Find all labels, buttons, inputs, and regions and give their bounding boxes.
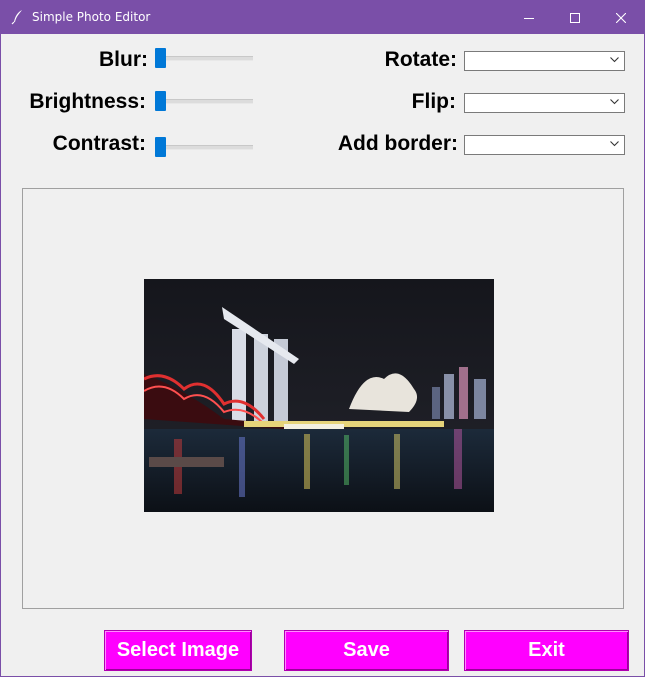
minimize-icon bbox=[524, 17, 534, 19]
chevron-down-icon bbox=[610, 141, 619, 147]
image-canvas bbox=[22, 188, 624, 609]
chevron-down-icon bbox=[610, 57, 619, 63]
select-image-button[interactable]: Select Image bbox=[104, 630, 252, 671]
blur-slider-track bbox=[155, 56, 253, 61]
minimize-button[interactable] bbox=[506, 1, 552, 34]
contrast-label: Contrast: bbox=[52, 132, 146, 155]
chevron-down-icon bbox=[610, 99, 619, 105]
image-preview bbox=[144, 279, 494, 512]
rotate-dropdown[interactable] bbox=[464, 51, 625, 71]
window-title: Simple Photo Editor bbox=[32, 10, 151, 24]
brightness-slider-thumb[interactable] bbox=[155, 91, 166, 111]
close-icon bbox=[616, 12, 626, 23]
feather-icon bbox=[10, 9, 26, 25]
close-button[interactable] bbox=[598, 1, 644, 34]
brightness-slider-track bbox=[155, 99, 253, 104]
save-button[interactable]: Save bbox=[284, 630, 449, 671]
exit-button[interactable]: Exit bbox=[464, 630, 629, 671]
brightness-label: Brightness: bbox=[29, 90, 146, 113]
border-dropdown[interactable] bbox=[464, 135, 625, 155]
contrast-slider[interactable] bbox=[155, 137, 253, 157]
title-bar[interactable]: Simple Photo Editor bbox=[1, 1, 644, 34]
contrast-slider-thumb[interactable] bbox=[155, 137, 166, 157]
maximize-button[interactable] bbox=[552, 1, 598, 34]
flip-label: Flip: bbox=[411, 90, 456, 113]
app-window: Simple Photo Editor Blur: Brightness: Co… bbox=[0, 0, 645, 677]
brightness-slider[interactable] bbox=[155, 91, 253, 111]
city-night-photo bbox=[144, 279, 494, 512]
contrast-slider-track bbox=[155, 145, 253, 150]
maximize-icon bbox=[570, 12, 580, 23]
blur-slider[interactable] bbox=[155, 48, 253, 68]
flip-dropdown[interactable] bbox=[464, 93, 625, 113]
rotate-label: Rotate: bbox=[384, 48, 457, 71]
blur-slider-thumb[interactable] bbox=[155, 48, 166, 68]
border-label: Add border: bbox=[337, 132, 458, 155]
blur-label: Blur: bbox=[99, 48, 148, 71]
